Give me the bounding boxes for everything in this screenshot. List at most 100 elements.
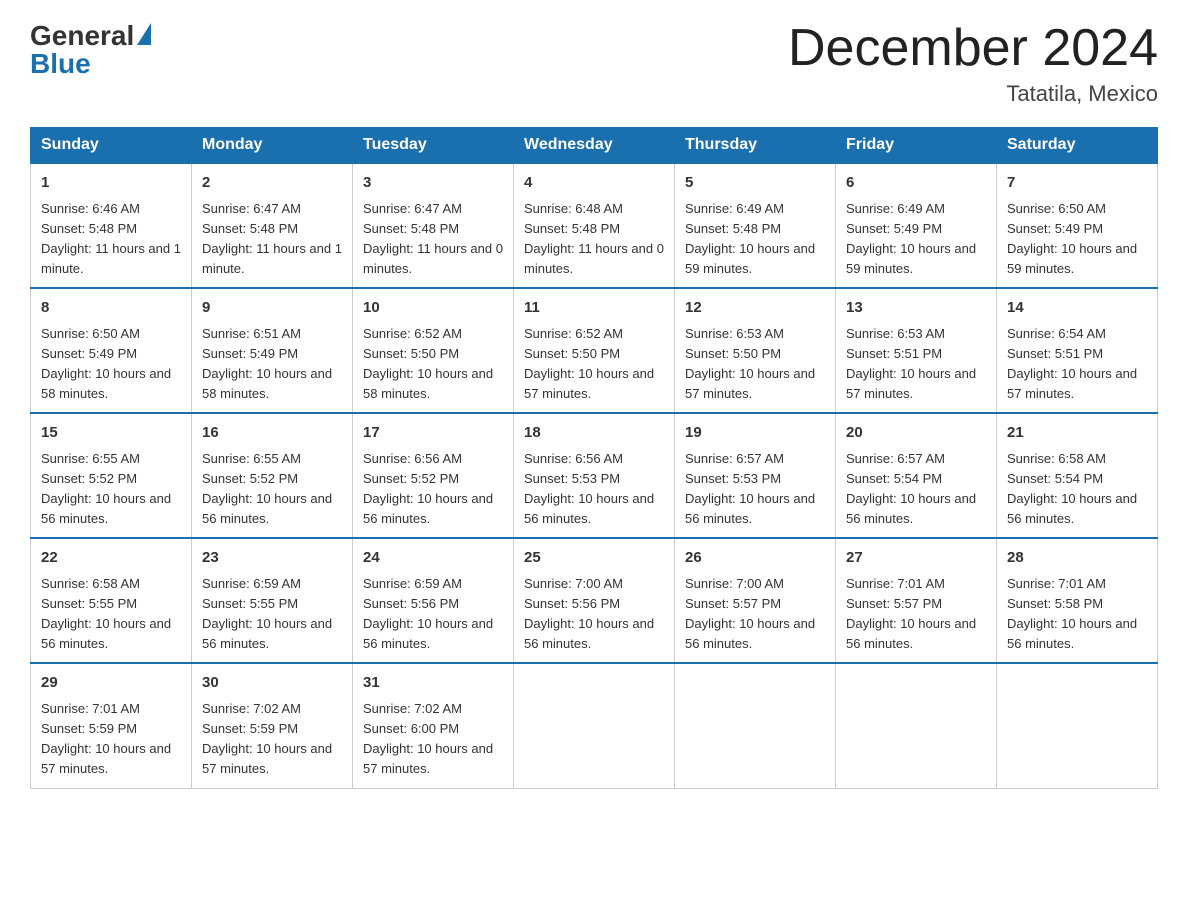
day-info: Sunrise: 6:59 AMSunset: 5:56 PMDaylight:… xyxy=(363,576,493,651)
day-info: Sunrise: 6:59 AMSunset: 5:55 PMDaylight:… xyxy=(202,576,332,651)
day-info: Sunrise: 7:01 AMSunset: 5:58 PMDaylight:… xyxy=(1007,576,1137,651)
calendar-day-cell: 21 Sunrise: 6:58 AMSunset: 5:54 PMDayligh… xyxy=(997,413,1158,538)
day-number: 20 xyxy=(846,422,986,445)
calendar-day-cell: 8 Sunrise: 6:50 AMSunset: 5:49 PMDaylight… xyxy=(31,288,192,413)
day-number: 16 xyxy=(202,422,342,445)
calendar-week-row: 8 Sunrise: 6:50 AMSunset: 5:49 PMDaylight… xyxy=(31,288,1158,413)
day-number: 10 xyxy=(363,297,503,320)
day-info: Sunrise: 6:50 AMSunset: 5:49 PMDaylight:… xyxy=(1007,201,1137,276)
calendar-day-cell: 12 Sunrise: 6:53 AMSunset: 5:50 PMDayligh… xyxy=(675,288,836,413)
calendar-day-cell: 28 Sunrise: 7:01 AMSunset: 5:58 PMDayligh… xyxy=(997,538,1158,663)
day-number: 2 xyxy=(202,172,342,195)
calendar-week-row: 29 Sunrise: 7:01 AMSunset: 5:59 PMDayligh… xyxy=(31,663,1158,788)
day-info: Sunrise: 7:02 AMSunset: 6:00 PMDaylight:… xyxy=(363,701,493,776)
calendar-header: SundayMondayTuesdayWednesdayThursdayFrid… xyxy=(31,128,1158,164)
day-info: Sunrise: 6:53 AMSunset: 5:50 PMDaylight:… xyxy=(685,326,815,401)
page-header: General Blue December 2024 Tatatila, Mex… xyxy=(30,20,1158,107)
calendar-day-cell: 26Sunrise: 7:00 AMSunset: 5:57 PMDayligh… xyxy=(675,538,836,663)
day-info: Sunrise: 6:55 AMSunset: 5:52 PMDaylight:… xyxy=(41,451,171,526)
calendar-day-cell: 3 Sunrise: 6:47 AMSunset: 5:48 PMDaylight… xyxy=(353,163,514,288)
day-info: Sunrise: 6:47 AMSunset: 5:48 PMDaylight:… xyxy=(363,201,503,276)
day-number: 29 xyxy=(41,672,181,695)
day-info: Sunrise: 6:58 AMSunset: 5:55 PMDaylight:… xyxy=(41,576,171,651)
calendar-day-cell: 4 Sunrise: 6:48 AMSunset: 5:48 PMDaylight… xyxy=(514,163,675,288)
day-number: 6 xyxy=(846,172,986,195)
day-number: 12 xyxy=(685,297,825,320)
calendar-week-row: 15Sunrise: 6:55 AMSunset: 5:52 PMDayligh… xyxy=(31,413,1158,538)
day-number: 18 xyxy=(524,422,664,445)
day-info: Sunrise: 7:02 AMSunset: 5:59 PMDaylight:… xyxy=(202,701,332,776)
calendar-day-cell: 15Sunrise: 6:55 AMSunset: 5:52 PMDayligh… xyxy=(31,413,192,538)
day-number: 11 xyxy=(524,297,664,320)
calendar-day-cell: 29 Sunrise: 7:01 AMSunset: 5:59 PMDayligh… xyxy=(31,663,192,788)
day-number: 1 xyxy=(41,172,181,195)
day-info: Sunrise: 6:48 AMSunset: 5:48 PMDaylight:… xyxy=(524,201,664,276)
calendar-day-cell xyxy=(514,663,675,788)
calendar-day-cell: 2 Sunrise: 6:47 AMSunset: 5:48 PMDaylight… xyxy=(192,163,353,288)
calendar-day-cell: 13 Sunrise: 6:53 AMSunset: 5:51 PMDayligh… xyxy=(836,288,997,413)
calendar-day-cell: 24 Sunrise: 6:59 AMSunset: 5:56 PMDayligh… xyxy=(353,538,514,663)
day-of-week-header: Sunday xyxy=(31,128,192,164)
day-info: Sunrise: 6:52 AMSunset: 5:50 PMDaylight:… xyxy=(524,326,654,401)
day-number: 22 xyxy=(41,547,181,570)
calendar-day-cell: 5 Sunrise: 6:49 AMSunset: 5:48 PMDaylight… xyxy=(675,163,836,288)
day-number: 19 xyxy=(685,422,825,445)
day-info: Sunrise: 7:00 AMSunset: 5:57 PMDaylight:… xyxy=(685,576,815,651)
day-info: Sunrise: 6:50 AMSunset: 5:49 PMDaylight:… xyxy=(41,326,171,401)
calendar-day-cell: 22 Sunrise: 6:58 AMSunset: 5:55 PMDayligh… xyxy=(31,538,192,663)
calendar-day-cell: 20 Sunrise: 6:57 AMSunset: 5:54 PMDayligh… xyxy=(836,413,997,538)
day-of-week-header: Tuesday xyxy=(353,128,514,164)
day-of-week-header: Monday xyxy=(192,128,353,164)
calendar-table: SundayMondayTuesdayWednesdayThursdayFrid… xyxy=(30,127,1158,788)
day-info: Sunrise: 6:49 AMSunset: 5:48 PMDaylight:… xyxy=(685,201,815,276)
calendar-day-cell: 11 Sunrise: 6:52 AMSunset: 5:50 PMDayligh… xyxy=(514,288,675,413)
calendar-day-cell: 9 Sunrise: 6:51 AMSunset: 5:49 PMDaylight… xyxy=(192,288,353,413)
calendar-day-cell: 1 Sunrise: 6:46 AMSunset: 5:48 PMDaylight… xyxy=(31,163,192,288)
calendar-day-cell: 6 Sunrise: 6:49 AMSunset: 5:49 PMDaylight… xyxy=(836,163,997,288)
calendar-day-cell xyxy=(836,663,997,788)
day-info: Sunrise: 6:58 AMSunset: 5:54 PMDaylight:… xyxy=(1007,451,1137,526)
day-info: Sunrise: 6:52 AMSunset: 5:50 PMDaylight:… xyxy=(363,326,493,401)
day-number: 25 xyxy=(524,547,664,570)
logo: General Blue xyxy=(30,20,151,80)
calendar-day-cell: 7Sunrise: 6:50 AMSunset: 5:49 PMDaylight… xyxy=(997,163,1158,288)
day-number: 5 xyxy=(685,172,825,195)
day-info: Sunrise: 6:46 AMSunset: 5:48 PMDaylight:… xyxy=(41,201,181,276)
logo-triangle-icon xyxy=(137,23,151,45)
calendar-body: 1 Sunrise: 6:46 AMSunset: 5:48 PMDaylight… xyxy=(31,163,1158,788)
calendar-day-cell xyxy=(997,663,1158,788)
day-info: Sunrise: 6:47 AMSunset: 5:48 PMDaylight:… xyxy=(202,201,342,276)
calendar-day-cell: 30 Sunrise: 7:02 AMSunset: 5:59 PMDayligh… xyxy=(192,663,353,788)
day-number: 4 xyxy=(524,172,664,195)
day-info: Sunrise: 6:56 AMSunset: 5:52 PMDaylight:… xyxy=(363,451,493,526)
day-number: 17 xyxy=(363,422,503,445)
day-number: 23 xyxy=(202,547,342,570)
location: Tatatila, Mexico xyxy=(788,81,1158,107)
day-of-week-header: Saturday xyxy=(997,128,1158,164)
day-info: Sunrise: 7:01 AMSunset: 5:59 PMDaylight:… xyxy=(41,701,171,776)
calendar-day-cell: 23 Sunrise: 6:59 AMSunset: 5:55 PMDayligh… xyxy=(192,538,353,663)
day-number: 9 xyxy=(202,297,342,320)
day-of-week-header: Thursday xyxy=(675,128,836,164)
day-info: Sunrise: 6:49 AMSunset: 5:49 PMDaylight:… xyxy=(846,201,976,276)
day-number: 13 xyxy=(846,297,986,320)
day-number: 28 xyxy=(1007,547,1147,570)
calendar-day-cell: 25Sunrise: 7:00 AMSunset: 5:56 PMDayligh… xyxy=(514,538,675,663)
day-info: Sunrise: 6:53 AMSunset: 5:51 PMDaylight:… xyxy=(846,326,976,401)
day-number: 30 xyxy=(202,672,342,695)
day-number: 14 xyxy=(1007,297,1147,320)
title-section: December 2024 Tatatila, Mexico xyxy=(788,20,1158,107)
day-info: Sunrise: 6:55 AMSunset: 5:52 PMDaylight:… xyxy=(202,451,332,526)
calendar-day-cell: 27Sunrise: 7:01 AMSunset: 5:57 PMDayligh… xyxy=(836,538,997,663)
day-info: Sunrise: 6:51 AMSunset: 5:49 PMDaylight:… xyxy=(202,326,332,401)
day-of-week-header: Wednesday xyxy=(514,128,675,164)
day-info: Sunrise: 6:56 AMSunset: 5:53 PMDaylight:… xyxy=(524,451,654,526)
day-of-week-header: Friday xyxy=(836,128,997,164)
calendar-week-row: 22 Sunrise: 6:58 AMSunset: 5:55 PMDayligh… xyxy=(31,538,1158,663)
day-info: Sunrise: 6:57 AMSunset: 5:54 PMDaylight:… xyxy=(846,451,976,526)
day-number: 3 xyxy=(363,172,503,195)
calendar-day-cell xyxy=(675,663,836,788)
day-number: 24 xyxy=(363,547,503,570)
day-number: 21 xyxy=(1007,422,1147,445)
day-number: 8 xyxy=(41,297,181,320)
